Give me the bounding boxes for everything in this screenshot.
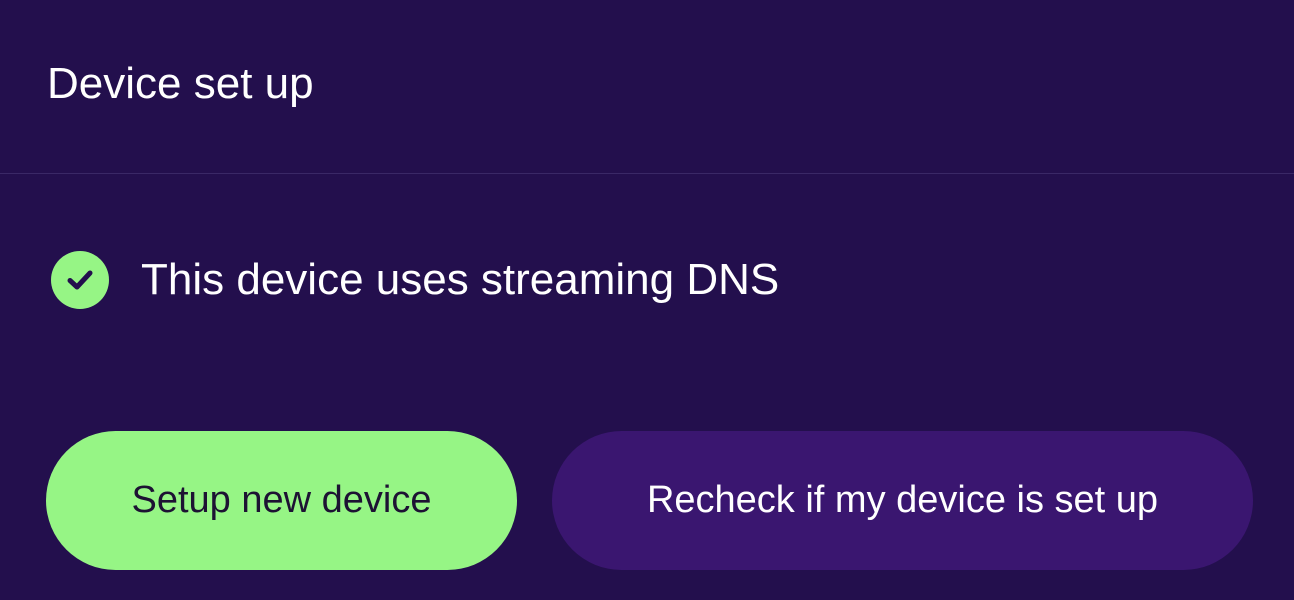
recheck-device-button[interactable]: Recheck if my device is set up xyxy=(552,431,1253,570)
check-circle-icon xyxy=(51,251,109,309)
panel-header: Device set up xyxy=(0,0,1294,174)
setup-new-device-button[interactable]: Setup new device xyxy=(46,431,517,570)
device-setup-panel: Device set up This device uses streaming… xyxy=(0,0,1294,600)
status-text: This device uses streaming DNS xyxy=(141,255,780,304)
page-title: Device set up xyxy=(47,59,314,108)
dns-status: This device uses streaming DNS xyxy=(51,250,779,310)
